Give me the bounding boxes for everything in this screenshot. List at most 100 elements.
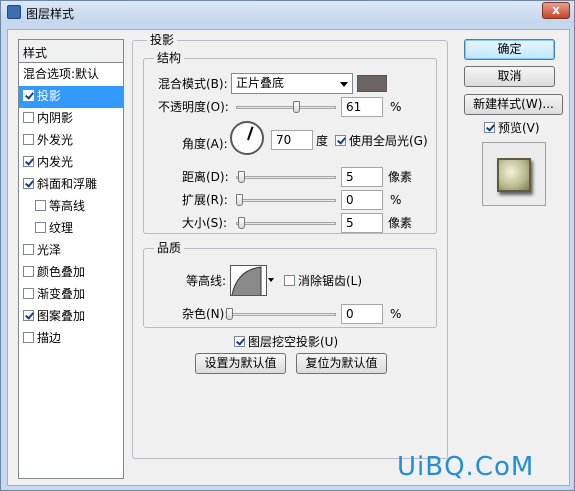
style-list-item[interactable]: 混合选项:默认 bbox=[19, 64, 123, 86]
style-list-item-label: 等高线 bbox=[49, 199, 86, 213]
opacity-unit: % bbox=[390, 100, 402, 114]
style-list-item-label: 内阴影 bbox=[37, 111, 74, 125]
checkbox-icon[interactable] bbox=[23, 156, 34, 167]
close-button[interactable]: x bbox=[542, 2, 570, 19]
spread-slider-thumb[interactable] bbox=[236, 194, 243, 206]
checkbox-icon[interactable] bbox=[23, 244, 34, 255]
checkbox-icon[interactable] bbox=[23, 310, 34, 321]
style-list-item[interactable]: 内发光 bbox=[19, 152, 123, 174]
style-list-item[interactable]: 渐变叠加 bbox=[19, 284, 123, 306]
reset-default-button[interactable]: 复位为默认值 bbox=[296, 353, 387, 374]
cancel-button[interactable]: 取消 bbox=[464, 66, 555, 87]
style-list-item-label: 图案叠加 bbox=[37, 309, 86, 323]
opacity-slider-thumb[interactable] bbox=[293, 101, 300, 113]
angle-dial[interactable] bbox=[230, 121, 264, 155]
spread-label: 扩展(R): bbox=[182, 193, 228, 207]
angle-unit: 度 bbox=[316, 134, 329, 148]
style-list-item[interactable]: 纹理 bbox=[19, 218, 123, 240]
style-list-item[interactable]: 描边 bbox=[19, 328, 123, 350]
window-title: 图层样式 bbox=[26, 7, 75, 21]
size-slider-track bbox=[236, 222, 336, 225]
watermark-text: UiBQ.CoM bbox=[397, 452, 535, 482]
style-list-item-label: 投影 bbox=[37, 89, 62, 103]
blend-mode-label: 混合模式(B): bbox=[158, 77, 228, 91]
preview-label: 预览(V) bbox=[498, 121, 540, 135]
style-preview-thumbnail bbox=[482, 142, 546, 206]
opacity-input[interactable]: 61 bbox=[341, 97, 383, 117]
structure-group: 结构 混合模式(B): 正片叠底 不透明度(O): 61 % 角度(A): 70… bbox=[143, 51, 437, 234]
checkbox-icon[interactable] bbox=[35, 222, 46, 233]
checkbox-icon[interactable] bbox=[35, 200, 46, 211]
size-input[interactable]: 5 bbox=[341, 213, 383, 233]
checkbox-icon bbox=[284, 275, 295, 286]
style-list-item[interactable]: 外发光 bbox=[19, 130, 123, 152]
style-list-item[interactable]: 等高线 bbox=[19, 196, 123, 218]
new-style-button[interactable]: 新建样式(W)... bbox=[464, 94, 563, 115]
opacity-slider[interactable] bbox=[236, 101, 336, 113]
style-list-item-label: 颜色叠加 bbox=[37, 265, 86, 279]
angle-input[interactable]: 70 bbox=[271, 130, 313, 150]
ok-button[interactable]: 确定 bbox=[464, 39, 555, 60]
opacity-slider-track bbox=[236, 106, 336, 109]
drop-shadow-group: 投影 结构 混合模式(B): 正片叠底 不透明度(O): 61 % 角度(A): bbox=[132, 33, 448, 459]
style-list-item[interactable]: 光泽 bbox=[19, 240, 123, 262]
style-list-item-label: 纹理 bbox=[49, 221, 74, 235]
style-list-item[interactable]: 投影 bbox=[19, 86, 123, 108]
size-label: 大小(S): bbox=[182, 216, 228, 230]
blend-mode-value: 正片叠底 bbox=[236, 76, 285, 90]
distance-slider[interactable] bbox=[236, 171, 336, 183]
spread-slider[interactable] bbox=[236, 194, 336, 206]
preview-checkbox[interactable]: 预览(V) bbox=[484, 120, 540, 136]
style-list-item-label: 描边 bbox=[37, 331, 62, 345]
style-list-item-label: 渐变叠加 bbox=[37, 287, 86, 301]
noise-label: 杂色(N): bbox=[182, 307, 229, 321]
spread-slider-track bbox=[236, 199, 336, 202]
style-list-item[interactable]: 内阴影 bbox=[19, 108, 123, 130]
style-list-item[interactable]: 图案叠加 bbox=[19, 306, 123, 328]
contour-label: 等高线: bbox=[186, 274, 227, 288]
style-list-item[interactable]: 斜面和浮雕 bbox=[19, 174, 123, 196]
noise-input[interactable]: 0 bbox=[341, 304, 383, 324]
distance-slider-thumb[interactable] bbox=[238, 171, 245, 183]
global-light-checkbox[interactable]: 使用全局光(G) bbox=[335, 133, 428, 149]
anti-alias-checkbox[interactable]: 消除锯齿(L) bbox=[284, 273, 362, 289]
photoshop-app-icon bbox=[7, 5, 21, 19]
noise-slider-thumb[interactable] bbox=[226, 308, 233, 320]
contour-picker[interactable] bbox=[230, 265, 267, 296]
spread-input[interactable]: 0 bbox=[341, 190, 383, 210]
make-default-button[interactable]: 设置为默认值 bbox=[195, 353, 286, 374]
noise-slider-track bbox=[226, 313, 336, 316]
size-slider[interactable] bbox=[236, 217, 336, 229]
checkbox-icon[interactable] bbox=[23, 178, 34, 189]
style-list-item[interactable]: 颜色叠加 bbox=[19, 262, 123, 284]
anti-alias-label: 消除锯齿(L) bbox=[298, 274, 363, 288]
checkbox-icon[interactable] bbox=[23, 288, 34, 299]
checkbox-icon bbox=[234, 336, 245, 347]
styles-list: 样式 混合选项:默认投影内阴影外发光内发光斜面和浮雕等高线纹理光泽颜色叠加渐变叠… bbox=[18, 39, 124, 479]
preview-tile-image bbox=[497, 158, 531, 192]
size-unit: 像素 bbox=[388, 216, 413, 230]
knockout-checkbox[interactable]: 图层挖空投影(U) bbox=[234, 334, 338, 350]
knockout-label: 图层挖空投影(U) bbox=[248, 335, 339, 349]
blend-mode-select[interactable]: 正片叠底 bbox=[231, 73, 353, 94]
checkbox-icon[interactable] bbox=[23, 134, 34, 145]
checkbox-icon[interactable] bbox=[23, 90, 34, 101]
contour-curve-icon bbox=[231, 266, 262, 295]
checkbox-icon[interactable] bbox=[23, 332, 34, 343]
size-slider-thumb[interactable] bbox=[238, 217, 245, 229]
structure-title: 结构 bbox=[154, 51, 185, 65]
style-list-item-label: 光泽 bbox=[37, 243, 62, 257]
checkbox-icon[interactable] bbox=[23, 266, 34, 277]
title-bar[interactable]: 图层样式 x bbox=[1, 1, 574, 23]
checkbox-icon[interactable] bbox=[23, 112, 34, 123]
shadow-color-swatch[interactable] bbox=[357, 75, 387, 92]
quality-group: 品质 等高线: 消除锯齿(L) 杂色(N): 0 % bbox=[143, 241, 437, 328]
contour-dropdown-icon[interactable] bbox=[268, 278, 274, 282]
style-list-item-label: 外发光 bbox=[37, 133, 74, 147]
opacity-label: 不透明度(O): bbox=[158, 100, 229, 114]
styles-list-header[interactable]: 样式 bbox=[19, 40, 123, 63]
distance-input[interactable]: 5 bbox=[341, 167, 383, 187]
noise-slider[interactable] bbox=[226, 308, 336, 320]
distance-unit: 像素 bbox=[388, 170, 413, 184]
style-list-item-label: 内发光 bbox=[37, 155, 74, 169]
